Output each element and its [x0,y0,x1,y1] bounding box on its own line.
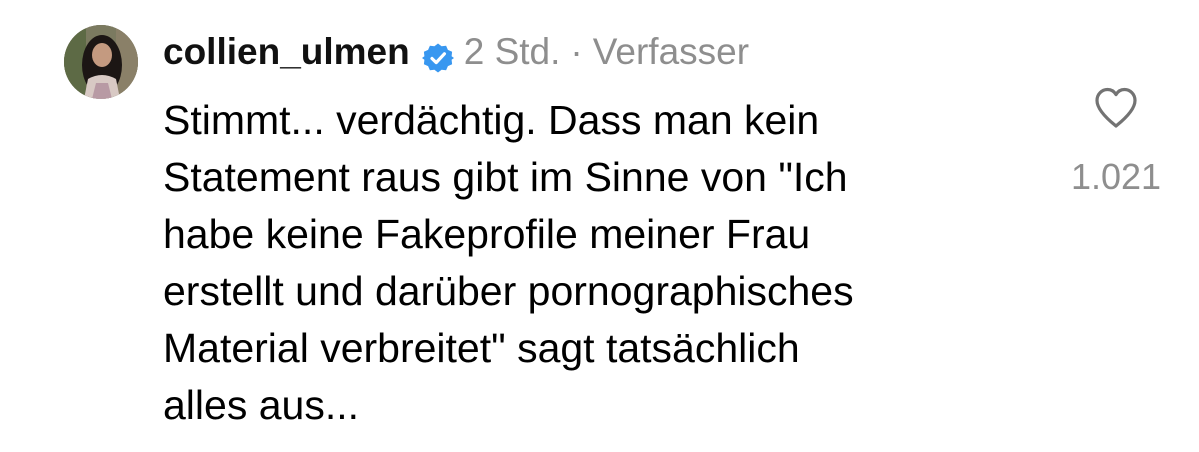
meta-separator: · [570,31,583,72]
like-count: 1.021 [1070,156,1162,197]
comment-text-line: Material verbreitet" sagt tatsächlich [163,325,800,371]
verified-badge-icon [421,36,454,73]
comment-text-line: Stimmt... verdächtig. Dass man kein [163,97,820,143]
comment: collien_ulmen 2 Std. · Verfasser Stimmt.… [0,0,1199,452]
timestamp: 2 Std. [463,31,561,72]
username-link[interactable]: collien_ulmen [163,26,410,78]
comment-text-line: habe keine Fakeprofile meiner Frau [163,211,811,257]
comment-text-line: erstellt und darüber pornographisches [163,268,854,314]
comment-text-line: alles aus... [163,382,359,428]
avatar[interactable] [64,25,138,99]
comment-header: collien_ulmen 2 Std. · Verfasser [163,26,749,78]
author-tag: Verfasser [592,31,750,72]
comment-text-line: Statement raus gibt im Sinne von "Ich [163,154,848,200]
heart-icon[interactable] [1093,85,1139,131]
comment-text: Stimmt... verdächtig. Dass man kein Stat… [163,92,1023,434]
like-area: 1.021 [1060,85,1172,205]
